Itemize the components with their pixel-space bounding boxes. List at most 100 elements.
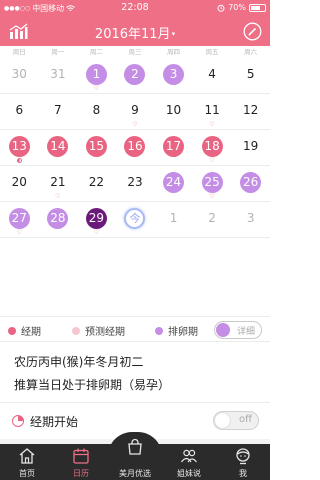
period-dot-icon bbox=[8, 326, 16, 335]
calendar-week-row: 30 31 1 ♡ 2 3 4 5 bbox=[0, 58, 270, 94]
details-toggle[interactable]: 详细 bbox=[214, 321, 262, 339]
calendar-day-cell[interactable]: 1 ♡ bbox=[77, 58, 116, 93]
calendar-day-cell[interactable]: 2 bbox=[193, 202, 232, 237]
legend-period: 经期 bbox=[8, 323, 41, 338]
calendar-day-cell[interactable]: 20 bbox=[0, 166, 39, 201]
calendar-day-cell[interactable]: 17 bbox=[154, 130, 193, 165]
calendar-day-cell[interactable]: 10 bbox=[154, 94, 193, 129]
legend-label: 预测经期 bbox=[85, 327, 125, 338]
calendar-day-cell[interactable]: 31 bbox=[39, 58, 78, 93]
calendar-day-cell[interactable]: 30 bbox=[0, 58, 39, 93]
calendar-day-cell[interactable]: 29 ♡ bbox=[77, 202, 116, 237]
weekday-label: 周二 bbox=[89, 48, 103, 56]
day-number: 3 bbox=[163, 64, 185, 85]
day-number: 17 bbox=[163, 136, 185, 157]
battery-icon bbox=[249, 3, 266, 12]
tab-label: 日历 bbox=[73, 469, 89, 478]
day-number: 2 bbox=[208, 211, 216, 225]
calendar-day-cell[interactable]: 21 ♡ bbox=[39, 166, 78, 201]
day-number: 31 bbox=[50, 67, 66, 81]
calendar-day-cell[interactable]: 2 bbox=[116, 58, 155, 93]
weekday-header: 周日 周一 周二 周三 周四 周五 周六 bbox=[0, 46, 270, 58]
day-number: 3 bbox=[246, 211, 255, 225]
tab-sisters[interactable]: 姐妹说 bbox=[162, 444, 216, 480]
calendar-day-cell[interactable]: 3 bbox=[154, 58, 193, 93]
day-number: 29 bbox=[85, 208, 107, 229]
period-start-toggle-label: off bbox=[238, 414, 252, 425]
calendar-day-cell[interactable]: 1 bbox=[154, 202, 193, 237]
calendar-day-cell[interactable]: 15 bbox=[77, 130, 116, 165]
calendar-day-cell[interactable]: 24 bbox=[154, 166, 193, 201]
tab-shop[interactable]: 美月优选 bbox=[108, 438, 162, 480]
period-start-toggle[interactable]: off bbox=[213, 411, 259, 430]
profile-icon bbox=[236, 448, 250, 465]
calendar-week-row: 27 ♡ 28 29 ♡ 今 1 2 3 bbox=[0, 202, 270, 238]
calendar-day-cell[interactable]: 8 bbox=[77, 94, 116, 129]
period-start-icon bbox=[16, 158, 22, 163]
ovulation-dot-icon bbox=[155, 326, 163, 335]
battery-percent: 70% bbox=[228, 3, 246, 12]
calendar-day-cell[interactable]: 23 bbox=[116, 166, 155, 201]
day-number: 18 bbox=[201, 136, 223, 157]
calendar-day-cell[interactable]: 26 bbox=[231, 166, 270, 201]
calendar-day-cell[interactable]: 16 bbox=[116, 130, 155, 165]
home-icon bbox=[19, 448, 35, 464]
alarm-icon bbox=[217, 4, 225, 12]
calendar-day-cell[interactable]: 13 bbox=[0, 130, 39, 165]
calendar-day-cell[interactable]: 5 bbox=[231, 58, 270, 93]
chevron-down-icon: ▾ bbox=[171, 30, 176, 38]
day-number: 30 bbox=[11, 67, 27, 81]
day-number: 20 bbox=[11, 175, 27, 189]
legend-label: 经期 bbox=[21, 327, 41, 338]
tab-label: 我 bbox=[239, 469, 247, 478]
calendar-week-row: 6 7 8 9 ♡ 10 11 ♡ 12 bbox=[0, 94, 270, 130]
toggle-knob bbox=[216, 323, 230, 337]
day-number: 14 bbox=[47, 136, 69, 157]
weekday-label: 周日 bbox=[12, 48, 26, 56]
prediction-text: 推算当日处于排卵期（易孕） bbox=[14, 378, 171, 392]
heart-icon: ♡ bbox=[93, 85, 100, 92]
tab-label: 姐妹说 bbox=[177, 469, 201, 478]
calendar-day-cell[interactable]: 25 ♡ bbox=[193, 166, 232, 201]
calendar-day-cell[interactable]: 6 bbox=[0, 94, 39, 129]
day-number: 25 bbox=[201, 172, 223, 193]
calendar-day-cell[interactable]: 18 ♡ bbox=[193, 130, 232, 165]
day-number: 23 bbox=[127, 175, 143, 189]
details-toggle-label: 详细 bbox=[236, 327, 255, 337]
day-number: 11 bbox=[204, 103, 220, 117]
day-number: 8 bbox=[92, 103, 101, 117]
tab-home[interactable]: 首页 bbox=[0, 444, 54, 480]
calendar-day-cell[interactable]: 22 bbox=[77, 166, 116, 201]
day-info: 农历丙申(猴)年冬月初二 推算当日处于排卵期（易孕） bbox=[0, 342, 270, 402]
period-start-label: 经期开始 bbox=[30, 415, 79, 429]
calendar-day-cell[interactable]: 11 ♡ bbox=[193, 94, 232, 129]
tab-calendar[interactable]: 日历 bbox=[54, 444, 108, 480]
day-number: 10 bbox=[165, 103, 182, 117]
day-number: 5 bbox=[246, 67, 255, 81]
heart-icon: ♡ bbox=[209, 193, 215, 200]
calendar-day-cell[interactable]: 14 bbox=[39, 130, 78, 165]
day-number: 15 bbox=[85, 136, 107, 157]
calendar-day-cell[interactable]: 9 ♡ bbox=[116, 94, 155, 129]
calendar-day-cell[interactable]: 今 bbox=[116, 202, 155, 237]
day-number: 1 bbox=[169, 211, 178, 225]
day-number: 24 bbox=[163, 172, 185, 193]
calendar-day-cell[interactable]: 27 ♡ bbox=[0, 202, 39, 237]
calendar-day-cell[interactable]: 12 bbox=[231, 94, 270, 129]
heart-icon: ♡ bbox=[55, 193, 61, 200]
tab-me[interactable]: 我 bbox=[216, 444, 270, 480]
heart-icon: ♡ bbox=[209, 157, 215, 164]
calendar-day-cell[interactable]: 3 bbox=[231, 202, 270, 237]
month-title: 2016年11月 bbox=[94, 27, 171, 42]
month-selector[interactable]: 2016年11月▾ bbox=[0, 23, 270, 42]
calendar-day-cell[interactable]: 4 bbox=[193, 58, 232, 93]
calendar-day-cell[interactable]: 7 bbox=[39, 94, 78, 129]
day-number: 26 bbox=[240, 172, 262, 193]
calendar-day-cell[interactable]: 28 bbox=[39, 202, 78, 237]
calendar-week-row: 13 14 15 16 17 18 ♡ 19 bbox=[0, 130, 270, 166]
calendar-day-cell[interactable]: 19 bbox=[231, 130, 270, 165]
toggle-knob bbox=[215, 413, 230, 428]
edit-icon[interactable] bbox=[243, 22, 262, 41]
shopping-bag-icon bbox=[128, 438, 142, 455]
weekday-label: 周四 bbox=[167, 48, 181, 56]
